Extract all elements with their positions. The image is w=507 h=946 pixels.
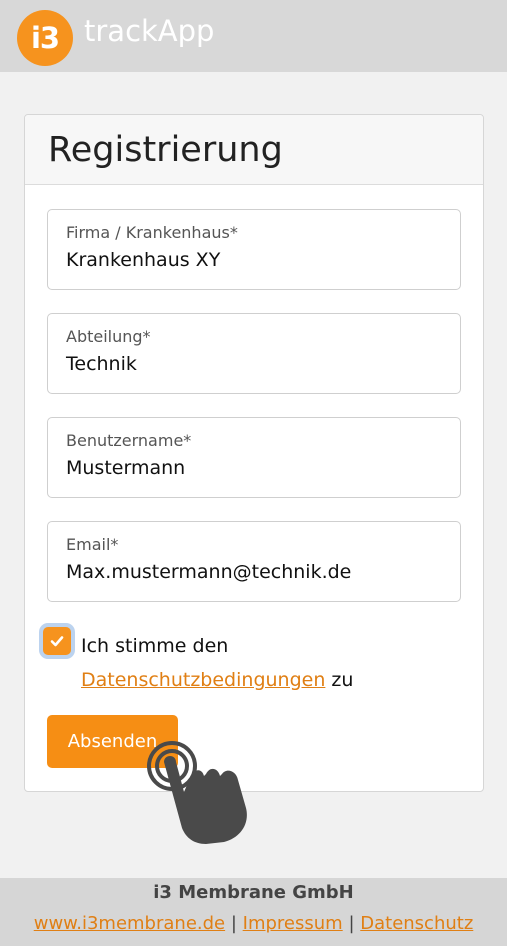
company-field[interactable]: Firma / Krankenhaus* Krankenhaus XY — [47, 209, 461, 290]
tap-hand-icon — [147, 741, 247, 844]
company-field-value[interactable]: Krankenhaus XY — [66, 249, 446, 271]
consent-text-after: zu — [331, 669, 354, 691]
consent-text-before: Ich stimme den — [81, 635, 229, 657]
consent-text: Ich stimme den Datenschutzbedingungen zu — [81, 629, 461, 697]
footer-separator: | — [230, 913, 237, 934]
company-field-label: Firma / Krankenhaus* — [66, 223, 238, 242]
page-footer: i3 Membrane GmbH www.i3membrane.de | Imp… — [0, 878, 507, 946]
department-field-label: Abteilung* — [66, 327, 151, 346]
app-title: trackApp — [84, 14, 215, 48]
consent-checkbox[interactable] — [43, 627, 71, 655]
username-field-value[interactable]: Mustermann — [66, 457, 446, 479]
department-field-value[interactable]: Technik — [66, 353, 446, 375]
imprint-link[interactable]: Impressum — [243, 913, 343, 934]
i3-logo: i3 — [17, 10, 73, 66]
footer-separator: | — [348, 913, 355, 934]
username-field[interactable]: Benutzername* Mustermann — [47, 417, 461, 498]
privacy-link[interactable]: Datenschutz — [360, 913, 473, 934]
app-header: i3 trackApp — [0, 0, 507, 72]
page-title: Registrierung — [48, 129, 283, 170]
email-field-value[interactable]: Max.mustermann@technik.de — [66, 561, 446, 583]
email-field[interactable]: Email* Max.mustermann@technik.de — [47, 521, 461, 602]
card-header: Registrierung — [25, 115, 483, 185]
department-field[interactable]: Abteilung* Technik — [47, 313, 461, 394]
website-link[interactable]: www.i3membrane.de — [34, 913, 225, 934]
company-name: i3 Membrane GmbH — [153, 882, 354, 903]
email-field-label: Email* — [66, 535, 119, 554]
footer-links: www.i3membrane.de | Impressum | Datensch… — [0, 913, 507, 934]
privacy-policy-link[interactable]: Datenschutzbedingungen — [81, 669, 325, 691]
username-field-label: Benutzername* — [66, 431, 192, 450]
registration-card: Registrierung Firma / Krankenhaus* Krank… — [24, 114, 484, 792]
checkmark-icon — [50, 636, 64, 647]
